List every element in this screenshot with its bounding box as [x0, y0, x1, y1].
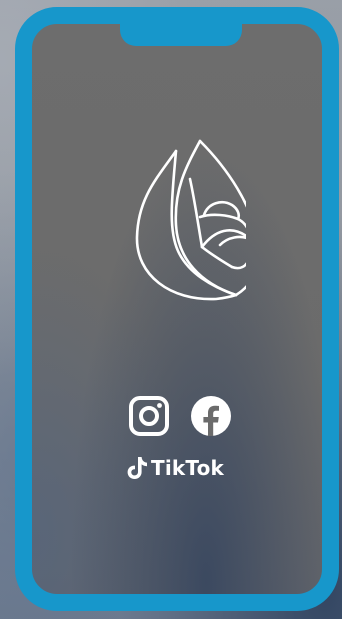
phone-frame: TikTok [15, 7, 339, 611]
tiktok-icon [127, 457, 147, 479]
tiktok-label: TikTok [151, 456, 225, 480]
facebook-icon[interactable] [190, 395, 232, 437]
instagram-icon[interactable] [128, 395, 170, 437]
tiktok-link[interactable]: TikTok [126, 454, 224, 482]
water-drop-rose-logo-icon [135, 139, 246, 301]
social-links [128, 394, 232, 438]
phone-notch [120, 24, 242, 46]
